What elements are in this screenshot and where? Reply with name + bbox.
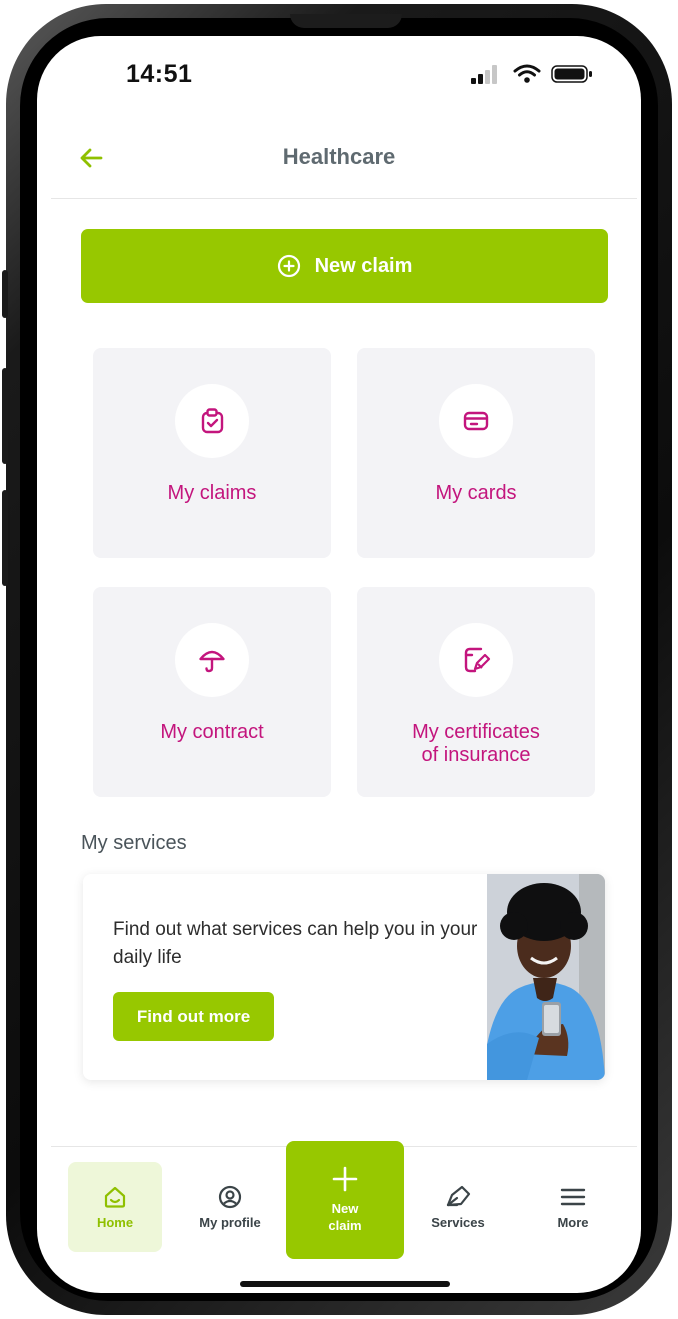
nav-new-claim-button[interactable]: New claim [286, 1141, 404, 1259]
header-divider [51, 198, 637, 199]
home-icon [104, 1186, 126, 1208]
page-title: Healthcare [282, 144, 396, 169]
app-screen: 14:51 Healthcare New claim My claims My … [37, 36, 641, 1293]
status-time: 14:51 [126, 60, 193, 88]
tile-my-cards[interactable]: My cards [357, 348, 595, 558]
services-photo [487, 874, 605, 1080]
volume-down-button [2, 490, 8, 586]
clipboard-icon [201, 408, 224, 434]
tile-label: My contract [160, 721, 264, 743]
nav-label-line1: New [331, 1201, 359, 1216]
tile-my-certificates[interactable]: My certificates of insurance [357, 587, 595, 797]
find-out-more-button[interactable]: Find out more [113, 992, 274, 1041]
tile-label-line2: of insurance [421, 744, 531, 766]
mute-switch [2, 270, 8, 318]
tile-label: My cards [435, 482, 517, 504]
new-claim-label: New claim [314, 254, 413, 277]
tile-icon-container [439, 623, 513, 697]
nav-services[interactable]: Services [411, 1162, 505, 1252]
tile-icon-container [175, 623, 249, 697]
tile-icon-container [175, 384, 249, 458]
umbrella-icon [199, 650, 225, 673]
tile-my-contract[interactable]: My contract [93, 587, 331, 797]
home-indicator [240, 1281, 450, 1287]
nav-label: Services [431, 1214, 485, 1230]
wifi-icon [513, 64, 541, 83]
nav-label: My profile [199, 1214, 261, 1230]
nav-label: More [557, 1214, 589, 1230]
services-description: Find out what services can help you in y… [113, 919, 478, 968]
plus-icon [332, 1166, 358, 1192]
volume-up-button [2, 368, 8, 464]
plus-circle-icon [277, 254, 300, 278]
tile-label-line1: My certificates [412, 721, 540, 743]
nav-more[interactable]: More [526, 1162, 620, 1252]
user-circle-icon [218, 1185, 242, 1208]
services-promo-card: Find out what services can help you in y… [83, 874, 605, 1080]
nav-home[interactable]: Home [68, 1162, 162, 1252]
find-out-more-label: Find out more [136, 1006, 251, 1026]
phone-notch [290, 14, 402, 28]
menu-icon [560, 1188, 586, 1205]
nav-label: Home [96, 1214, 134, 1230]
section-title-my-services: My services [81, 832, 187, 854]
new-claim-button[interactable]: New claim [81, 229, 608, 303]
status-icons [471, 64, 601, 84]
nav-my-profile[interactable]: My profile [183, 1162, 277, 1252]
tag-icon [446, 1185, 471, 1206]
tile-icon-container [439, 384, 513, 458]
card-icon [463, 411, 489, 431]
tile-label: My claims [167, 482, 257, 504]
nav-label-line2: claim [328, 1218, 362, 1233]
tile-my-claims[interactable]: My claims [93, 348, 331, 558]
cellular-signal-icon [471, 64, 501, 84]
certificate-icon [464, 647, 491, 673]
battery-icon [551, 65, 592, 83]
